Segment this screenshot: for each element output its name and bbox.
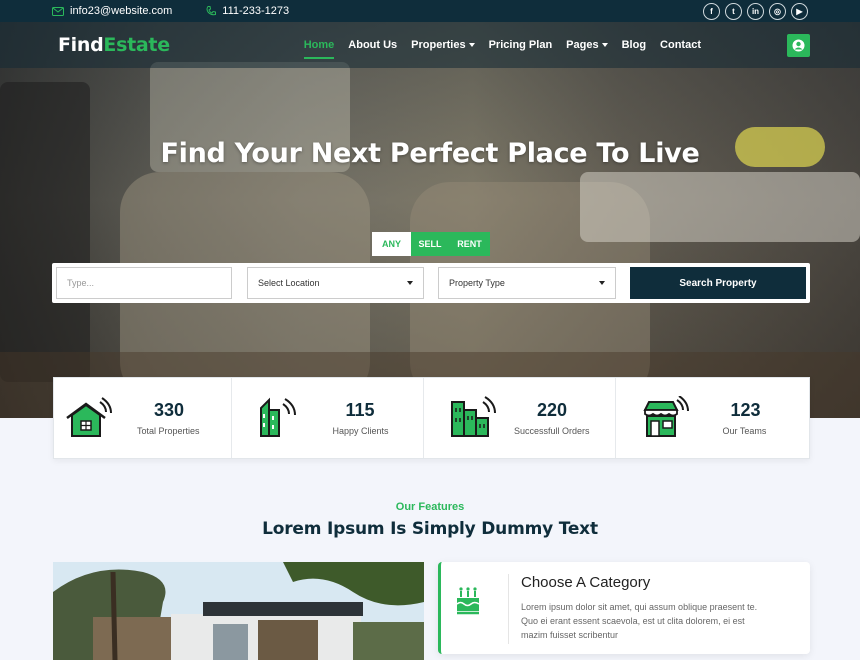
hero-title: Find Your Next Perfect Place To Live [160, 138, 700, 169]
stat-total-properties: 330 Total Properties [54, 378, 232, 458]
stat-label: Total Properties [137, 426, 200, 436]
nav-item-pages[interactable]: Pages [559, 39, 614, 51]
hero-background-cabinet [0, 82, 90, 382]
property-type-select-value: Property Type [449, 278, 505, 288]
youtube-icon[interactable]: ▶ [791, 2, 808, 20]
listing-type-tabs: ANY SELL RENT [372, 232, 490, 256]
location-select[interactable]: Select Location [247, 267, 424, 299]
property-type-select[interactable]: Property Type [438, 267, 616, 299]
hero-section: FindEstate Home About Us Properties Pric… [0, 22, 860, 418]
tab-sell[interactable]: SELL [411, 232, 449, 256]
nav-label: About Us [348, 39, 398, 51]
logo-part-2: Estate [103, 34, 170, 56]
site-logo[interactable]: FindEstate [58, 34, 170, 56]
mail-icon [52, 6, 64, 16]
category-icon [456, 587, 480, 615]
property-search-bar: Type... Select Location Property Type Se… [52, 263, 810, 303]
nav-label: Contact [660, 39, 701, 51]
nav-label: Blog [621, 39, 647, 51]
nav-label: Pages [566, 39, 599, 51]
instagram-icon[interactable]: ◎ [769, 2, 786, 20]
features-eyebrow: Our Features [395, 501, 465, 513]
nav-item-blog[interactable]: Blog [615, 39, 653, 51]
stat-happy-clients: 115 Happy Clients [232, 378, 425, 458]
stat-label: Successfull Orders [514, 426, 590, 436]
stat-value: 330 [154, 400, 185, 420]
facebook-icon[interactable]: f [703, 2, 720, 20]
nav-item-pricing[interactable]: Pricing Plan [482, 39, 560, 51]
nav-item-home[interactable]: Home [297, 39, 342, 59]
nav-item-contact[interactable]: Contact [653, 39, 708, 51]
stat-our-teams: 123 Our Teams [616, 378, 809, 458]
chevron-down-icon [601, 43, 608, 47]
phone-icon [206, 6, 217, 16]
nav-item-properties[interactable]: Properties [404, 39, 481, 51]
card-divider [508, 574, 509, 644]
twitter-icon[interactable]: t [725, 2, 742, 20]
feature-house-photo [53, 562, 424, 660]
email-text: info23@website.com [70, 5, 173, 17]
nav-label: Pricing Plan [488, 39, 553, 51]
phone-contact[interactable]: 111-233-1273 [206, 5, 289, 17]
stat-label: Our Teams [722, 426, 767, 436]
tab-rent[interactable]: RENT [449, 232, 490, 256]
card-description: Lorem ipsum dolor sit amet, qui assum ob… [521, 602, 758, 640]
phone-text: 111-233-1273 [222, 5, 290, 17]
linkedin-icon[interactable]: in [747, 2, 764, 20]
nav-label: Properties [411, 39, 466, 51]
chevron-down-icon [468, 43, 475, 47]
location-select-value: Select Location [258, 278, 320, 288]
email-contact[interactable]: info23@website.com [52, 5, 172, 17]
type-input[interactable]: Type... [56, 267, 232, 299]
hero-background-counter [580, 172, 860, 242]
top-bar: info23@website.com 111-233-1273 f t in ◎… [0, 0, 860, 22]
chevron-down-icon [407, 281, 413, 285]
tab-any[interactable]: ANY [372, 232, 411, 256]
stat-label: Happy Clients [332, 426, 389, 436]
user-icon [792, 39, 805, 52]
logo-part-1: Find [58, 34, 104, 56]
social-links: f t in ◎ ▶ [703, 2, 808, 20]
stat-value: 115 [345, 400, 375, 420]
stat-value: 220 [537, 400, 568, 420]
stat-value: 123 [730, 400, 761, 420]
chevron-down-icon [599, 281, 605, 285]
card-title: Choose A Category [521, 574, 651, 591]
feature-card-category[interactable]: Choose A Category Lorem ipsum dolor sit … [438, 562, 810, 654]
user-account-button[interactable] [787, 34, 810, 57]
stat-successful-orders: 220 Successfull Orders [424, 378, 616, 458]
house-photo-illustration [53, 562, 424, 660]
search-property-button[interactable]: Search Property [630, 267, 806, 299]
main-navbar: FindEstate Home About Us Properties Pric… [0, 22, 860, 68]
stats-bar: 330 Total Properties 115 Happy Clients 2… [53, 377, 810, 459]
nav-label: Home [303, 39, 335, 51]
nav-menu: Home About Us Properties Pricing Plan Pa… [297, 39, 708, 59]
nav-item-about[interactable]: About Us [341, 39, 404, 51]
features-title: Lorem Ipsum Is Simply Dummy Text [262, 519, 598, 539]
